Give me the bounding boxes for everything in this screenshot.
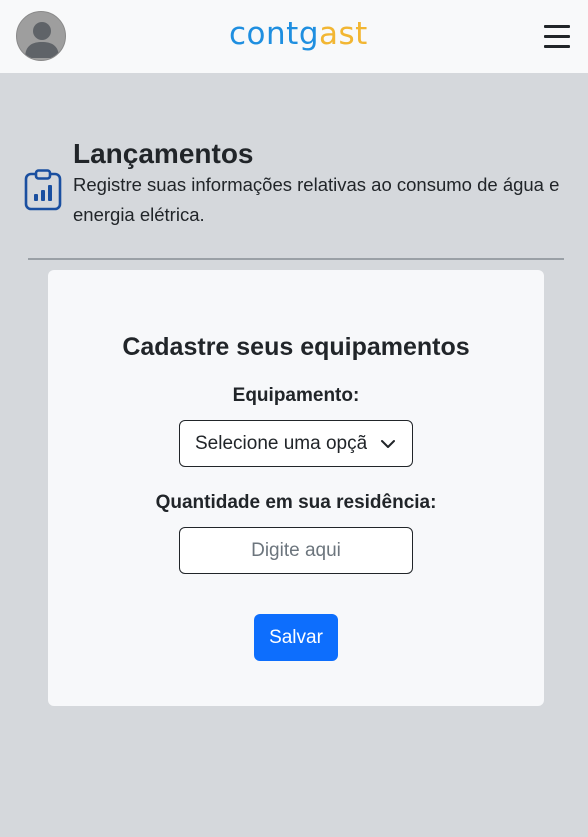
menu-bar: [544, 35, 570, 38]
logo-text-ast: ast: [319, 16, 368, 52]
equipment-label: Equipamento:: [232, 385, 360, 406]
save-button[interactable]: Salvar: [254, 614, 338, 661]
menu-bar: [544, 25, 570, 28]
user-avatar-icon[interactable]: [16, 11, 66, 61]
logo-drop-letter: g: [298, 16, 319, 52]
page-title: Lançamentos: [73, 138, 254, 169]
logo-text-cont: cont: [229, 16, 299, 52]
quantity-label: Quantidade em sua residência:: [155, 492, 437, 513]
equipment-form-card: Cadastre seus equipamentos Equipamento: …: [48, 270, 544, 706]
clipboard-chart-icon: [24, 169, 62, 211]
equipment-select[interactable]: Selecione uma opção: [179, 420, 413, 467]
form-title: Cadastre seus equipamentos: [122, 333, 470, 361]
section-divider: [28, 258, 564, 260]
chevron-down-icon: [381, 440, 395, 448]
app-logo[interactable]: contgast: [229, 14, 368, 54]
page-description: Registre suas informações relativas ao c…: [73, 174, 560, 225]
menu-bar: [544, 45, 570, 48]
equipment-select-value: Selecione uma opção: [195, 433, 367, 454]
hamburger-menu-icon[interactable]: [542, 22, 572, 50]
top-navbar: contgast: [0, 0, 588, 73]
quantity-input[interactable]: [179, 527, 413, 574]
